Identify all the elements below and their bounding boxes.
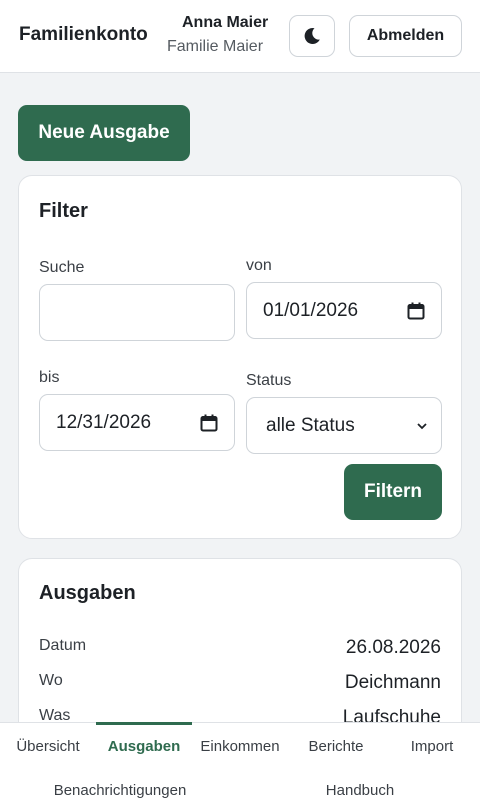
from-date-input[interactable]: 01/01/2026: [246, 282, 442, 339]
logout-button[interactable]: Abmelden: [349, 15, 462, 57]
app-title: Familienkonto: [19, 24, 148, 45]
nav-overview[interactable]: Übersicht: [0, 738, 96, 755]
user-name: Anna Maier: [182, 14, 269, 31]
filter-title: Filter: [39, 200, 88, 222]
to-date-label: bis: [39, 369, 60, 386]
filter-button[interactable]: Filtern: [344, 464, 442, 520]
chevron-down-icon: [417, 423, 427, 430]
nav-reports[interactable]: Berichte: [288, 738, 384, 755]
expense-place-value: Deichmann: [344, 672, 441, 693]
from-date-label: von: [246, 257, 272, 274]
nav-manual[interactable]: Handbuch: [240, 782, 480, 799]
moon-icon: [304, 27, 320, 44]
to-date-input[interactable]: 12/31/2026: [39, 394, 235, 451]
new-expense-button[interactable]: Neue Ausgabe: [18, 105, 190, 161]
theme-toggle-button[interactable]: [289, 15, 335, 57]
search-label: Suche: [39, 259, 85, 276]
expense-place-label: Wo: [39, 672, 63, 689]
expenses-title: Ausgaben: [39, 582, 136, 604]
status-label: Status: [246, 372, 292, 389]
calendar-icon[interactable]: [200, 414, 218, 432]
expense-date-label: Datum: [39, 637, 87, 654]
calendar-icon[interactable]: [407, 302, 425, 320]
active-tab-indicator: [96, 722, 192, 725]
family-name: Familie Maier: [167, 38, 264, 55]
top-bar: Familienkonto Anna Maier Familie Maier A…: [0, 0, 480, 73]
filter-card: Filter Suche von 01/01/2026 bis 12/31/20…: [18, 175, 462, 539]
search-input[interactable]: [39, 284, 235, 341]
nav-notifications[interactable]: Benachrichtigungen: [0, 782, 240, 799]
from-date-value: 01/01/2026: [263, 299, 359, 321]
to-date-value: 12/31/2026: [56, 411, 152, 433]
expense-date-value: 26.08.2026: [345, 637, 441, 658]
status-value: alle Status: [266, 414, 355, 436]
nav-income[interactable]: Einkommen: [192, 738, 288, 755]
status-select[interactable]: alle Status: [246, 397, 442, 454]
nav-expenses[interactable]: Ausgaben: [96, 738, 192, 755]
nav-import[interactable]: Import: [384, 738, 480, 755]
bottom-nav: Übersicht Ausgaben Einkommen Berichte Im…: [0, 722, 480, 812]
